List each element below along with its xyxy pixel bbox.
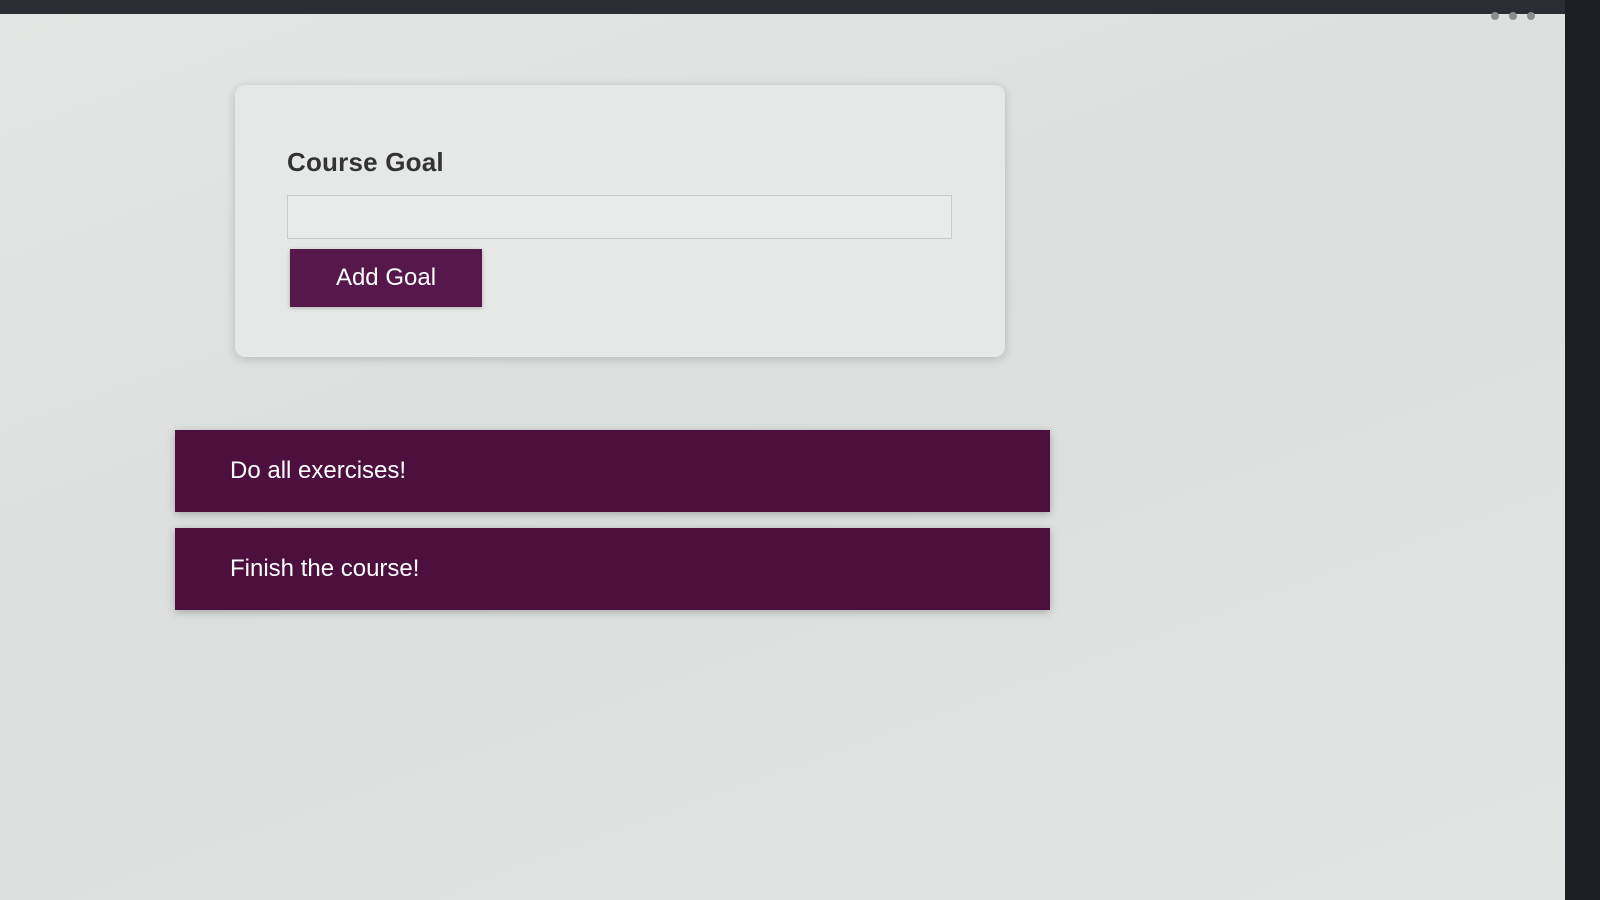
goal-form-card: Course Goal Add Goal — [235, 85, 1005, 357]
add-goal-button[interactable]: Add Goal — [290, 249, 482, 307]
goal-item[interactable]: Finish the course! — [175, 528, 1050, 610]
profile-avatar-icon[interactable] — [1527, 12, 1535, 20]
course-goal-input[interactable] — [287, 195, 952, 239]
goal-list: Do all exercises! Finish the course! — [175, 430, 1050, 626]
top-bar — [0, 0, 1565, 14]
app-screen: Course Goal Add Goal Do all exercises! F… — [0, 0, 1565, 900]
course-goal-label: Course Goal — [287, 147, 444, 177]
star-icon[interactable] — [1509, 12, 1517, 20]
extension-icon[interactable] — [1491, 12, 1499, 20]
browser-corner-icons — [1491, 12, 1535, 20]
goal-item[interactable]: Do all exercises! — [175, 430, 1050, 512]
